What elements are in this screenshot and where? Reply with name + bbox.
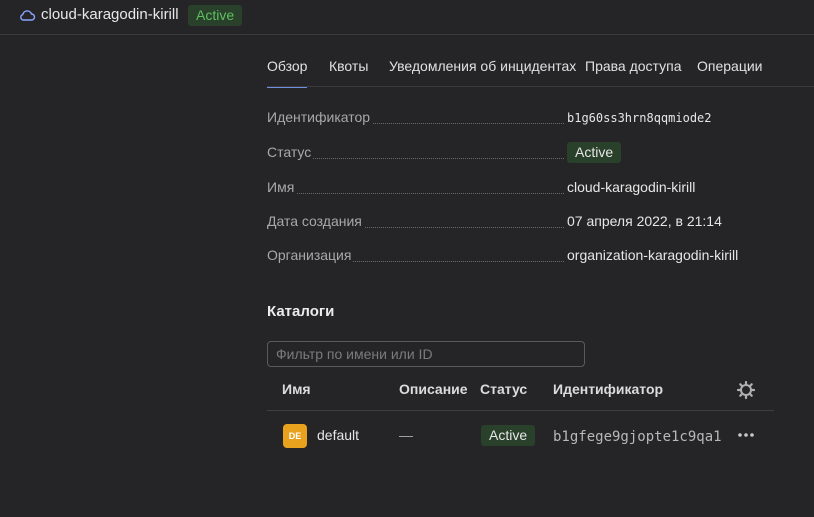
column-header-id[interactable]: Идентификатор	[553, 381, 663, 397]
dotted-leader	[267, 193, 564, 194]
cloud-title: cloud-karagodin-kirill	[41, 6, 179, 23]
filter-input[interactable]	[267, 341, 585, 367]
tab-incident-notifications[interactable]: Уведомления об инцидентах	[389, 58, 576, 74]
property-created: Дата создания	[267, 213, 567, 233]
status-badge: Active	[567, 142, 622, 163]
property-label: Идентификатор	[267, 109, 373, 125]
column-header-description[interactable]: Описание	[399, 381, 468, 397]
cloud-id-value: b1g60ss3hrn8qqmiode2	[567, 111, 712, 125]
tab-overview[interactable]: Обзор	[267, 58, 308, 88]
folder-avatar: DE	[283, 424, 307, 448]
property-label: Имя	[267, 179, 297, 195]
property-label: Организация	[267, 247, 354, 263]
status-badge: Active	[188, 5, 243, 26]
tab-quotas[interactable]: Квоты	[329, 58, 368, 74]
property-name: Имя	[267, 179, 567, 199]
tab-operations[interactable]: Операции	[697, 58, 763, 74]
row-id: b1gfege9gjopte1c9qa1	[553, 429, 722, 445]
row-name[interactable]: default	[317, 427, 359, 443]
property-id: Идентификатор	[267, 109, 567, 129]
more-actions-icon[interactable]	[737, 426, 755, 444]
page-header: cloud-karagodin-kirill Active	[0, 0, 814, 35]
column-header-name[interactable]: Имя	[282, 381, 311, 397]
table-header-divider	[267, 410, 774, 411]
column-header-status[interactable]: Статус	[480, 381, 527, 397]
tabs-divider	[267, 86, 814, 87]
created-date-value: 07 апреля 2022, в 21:14	[567, 213, 722, 229]
property-label: Статус	[267, 144, 314, 160]
tab-access-rights[interactable]: Права доступа	[585, 58, 681, 74]
section-title: Каталоги	[267, 303, 335, 320]
property-status: Статус	[267, 144, 567, 164]
gear-icon[interactable]	[736, 380, 756, 400]
cloud-icon	[20, 10, 36, 21]
property-organization: Организация	[267, 247, 567, 267]
row-description: —	[399, 427, 413, 443]
cloud-name-value: cloud-karagodin-kirill	[567, 179, 696, 195]
property-label: Дата создания	[267, 213, 364, 229]
status-badge: Active	[481, 425, 536, 446]
organization-value[interactable]: organization-karagodin-kirill	[567, 247, 738, 263]
